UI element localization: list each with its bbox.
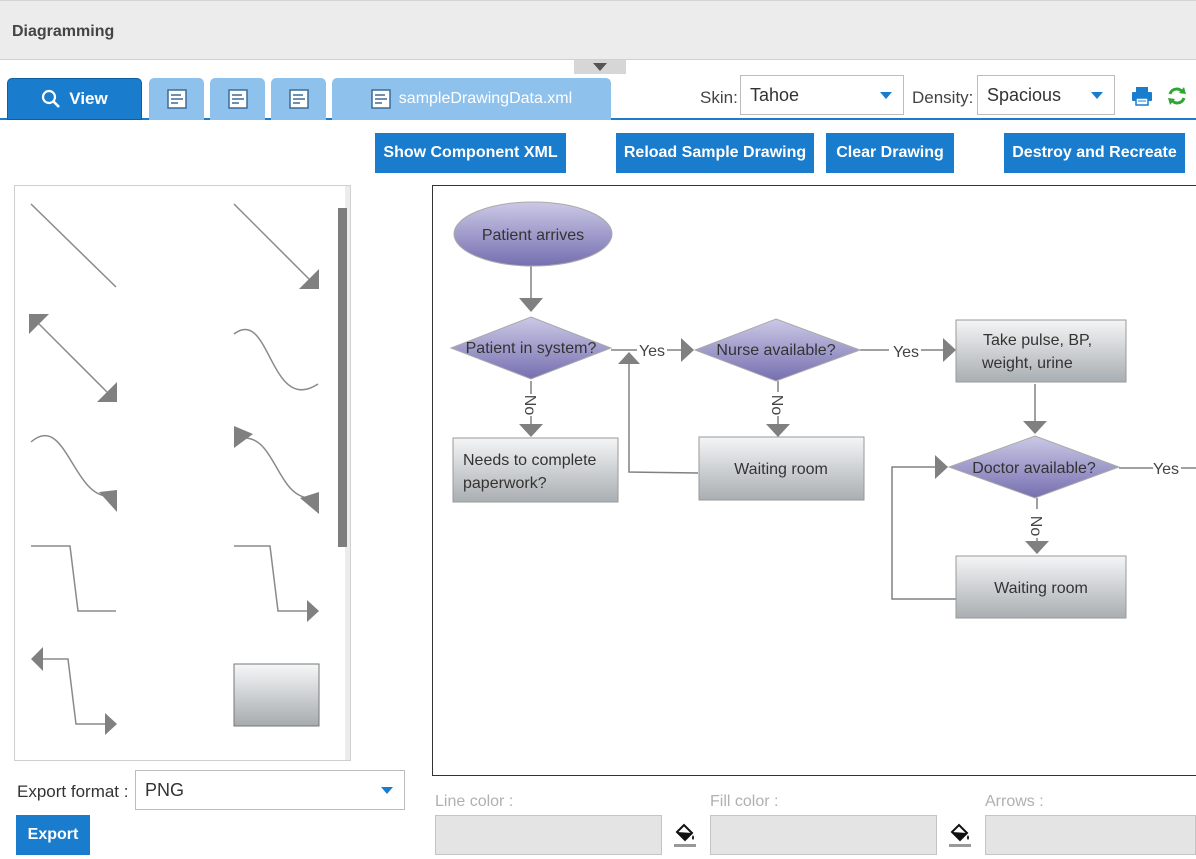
connectors	[530, 266, 1196, 600]
chevron-down-icon	[1091, 92, 1103, 99]
palette-item-elbow-line[interactable]	[31, 545, 116, 612]
tab-view-label: View	[69, 89, 108, 108]
arrows-field[interactable]	[985, 815, 1196, 855]
show-component-xml-button[interactable]: Show Component XML	[375, 133, 566, 173]
palette-item-line[interactable]	[30, 203, 117, 288]
palette-item-elbow-arrow[interactable]	[234, 545, 319, 622]
tab-sample-drawing-data[interactable]: sampleDrawingData.xml	[332, 78, 611, 120]
document-icon	[371, 89, 391, 109]
node-take-vitals[interactable]	[955, 319, 1127, 383]
tab-document-3[interactable]	[271, 78, 326, 120]
node-patient-in-system-label: Patient in system?	[466, 340, 597, 357]
shape-palette	[14, 185, 351, 761]
palette-item-line-arrow[interactable]	[233, 203, 319, 289]
paint-bucket-icon[interactable]	[946, 820, 974, 848]
palette-item-curve[interactable]	[233, 328, 319, 391]
chevron-down-icon	[381, 787, 393, 794]
printer-icon[interactable]	[1131, 86, 1153, 106]
density-value: Spacious	[987, 84, 1062, 105]
collapse-handle[interactable]	[574, 60, 626, 74]
skin-label: Skin:	[700, 88, 738, 107]
edge-yes-label: Yes	[893, 344, 919, 361]
magnifier-icon	[42, 89, 61, 108]
node-needs-paperwork-line1: Needs to complete	[463, 452, 597, 469]
edge-no-label: No	[768, 395, 785, 416]
drawing-canvas[interactable]: Patient arrives Patient in system? Yes N…	[432, 185, 1196, 776]
palette-item-curve-double-arrow[interactable]	[234, 426, 319, 514]
node-nurse-available-label: Nurse available?	[716, 342, 835, 359]
export-format-label: Export format :	[17, 782, 129, 801]
palette-item-rectangle[interactable]	[233, 663, 320, 727]
tab-sample-drawing-label: sampleDrawingData.xml	[398, 90, 573, 107]
flowchart: Patient arrives Patient in system? Yes N…	[449, 201, 1196, 619]
paint-bucket-icon[interactable]	[671, 820, 699, 848]
document-icon	[288, 89, 309, 109]
node-doctor-available-label: Doctor available?	[972, 460, 1096, 477]
edge-yes-label: Yes	[1153, 461, 1179, 478]
palette-scroll-thumb[interactable]	[338, 208, 347, 547]
fill-color-field[interactable]	[710, 815, 937, 855]
tab-view[interactable]: View	[7, 78, 142, 120]
chevron-down-icon	[880, 92, 892, 99]
skin-select[interactable]: Tahoe	[740, 75, 904, 115]
arrows-label: Arrows :	[985, 793, 1044, 810]
edge-yes-label: Yes	[639, 343, 665, 360]
node-patient-arrives-label: Patient arrives	[482, 227, 584, 244]
node-waiting-room-1-label: Waiting room	[734, 461, 828, 478]
palette-item-curve-arrow[interactable]	[30, 434, 117, 512]
app-header: Diagramming	[0, 0, 1196, 60]
refresh-icon[interactable]	[1166, 85, 1188, 107]
export-button[interactable]: Export	[16, 815, 90, 855]
tab-document-1[interactable]	[149, 78, 204, 120]
node-waiting-room-2-label: Waiting room	[994, 580, 1088, 597]
app-title: Diagramming	[12, 23, 115, 40]
document-icon	[227, 89, 248, 109]
palette-shapes	[29, 203, 320, 735]
density-label: Density:	[912, 88, 974, 107]
export-format-value: PNG	[145, 779, 185, 800]
reload-sample-drawing-button[interactable]: Reload Sample Drawing	[616, 133, 814, 173]
chevron-down-icon	[593, 63, 607, 71]
line-color-field[interactable]	[435, 815, 662, 855]
node-take-vitals-line1: Take pulse, BP,	[983, 332, 1092, 349]
clear-drawing-button[interactable]: Clear Drawing	[826, 133, 954, 173]
edge-no-label: No	[521, 395, 538, 416]
node-needs-paperwork[interactable]	[452, 437, 619, 503]
chevron-down-icon[interactable]	[350, 747, 351, 755]
node-take-vitals-line2: weight, urine	[981, 355, 1073, 372]
palette-item-elbow-double-arrow[interactable]	[31, 647, 117, 735]
tab-document-2[interactable]	[210, 78, 265, 120]
density-select[interactable]: Spacious	[977, 75, 1115, 115]
export-format-select[interactable]: PNG	[135, 770, 405, 810]
palette-item-double-arrow-line[interactable]	[29, 314, 117, 402]
skin-value: Tahoe	[750, 84, 800, 105]
chevron-up-icon[interactable]	[350, 192, 351, 200]
fill-color-label: Fill color :	[710, 793, 779, 810]
document-icon	[166, 89, 187, 109]
line-color-label: Line color :	[435, 793, 514, 810]
destroy-and-recreate-button[interactable]: Destroy and Recreate	[1004, 133, 1185, 173]
node-needs-paperwork-line2: paperwork?	[463, 475, 547, 492]
edge-no-label: No	[1027, 516, 1044, 537]
